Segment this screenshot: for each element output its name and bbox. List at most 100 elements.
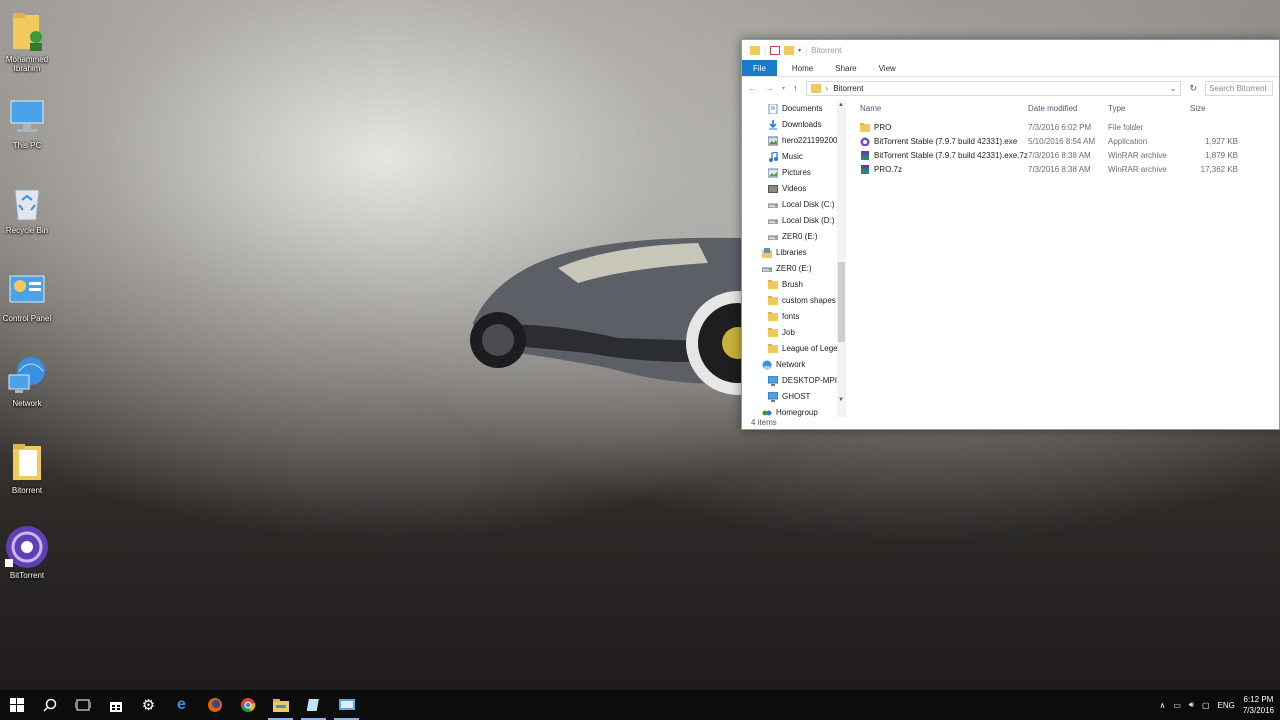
network-tray-icon[interactable]: ▭ [1173, 701, 1181, 710]
file-explorer-button[interactable] [264, 690, 297, 720]
forward-icon[interactable]: → [765, 83, 774, 93]
column-size[interactable]: Size [1186, 104, 1238, 113]
nav-item[interactable]: Videos [742, 180, 847, 196]
navigation-pane-scrollbar[interactable]: ▲ ▼ [837, 100, 846, 417]
settings-button[interactable]: ⚙ [132, 690, 165, 720]
edge-button[interactable]: e [165, 690, 198, 720]
column-date-modified[interactable]: Date modified [1028, 104, 1108, 113]
file-row[interactable]: PRO.7z 7/3/2016 8:38 AM WinRAR archive 17,3… [854, 162, 1279, 176]
desktop-icon-recycle-bin[interactable]: Recycle Bin [0, 180, 54, 235]
scrollbar-thumb[interactable] [838, 262, 845, 342]
desktop-icon-mohammed-ibrahim[interactable]: Mohammed Ibrahim [0, 9, 54, 73]
action-center-icon[interactable]: ▢ [1202, 701, 1210, 710]
properties-icon[interactable] [770, 45, 781, 55]
file-row[interactable]: PRO 7/3/2016 6:02 PM File folder [854, 120, 1279, 134]
nav-item[interactable]: Pictures [742, 164, 847, 180]
nav-item[interactable]: Downloads [742, 116, 847, 132]
show-hidden-icons-icon[interactable]: ∧ [1159, 701, 1165, 710]
folder-icon [768, 343, 778, 353]
address-bar[interactable]: › Bitorrent ⌄ [805, 80, 1182, 96]
folder-icon [768, 295, 778, 305]
tab-view[interactable]: View [868, 60, 907, 76]
back-icon[interactable]: ← [748, 83, 757, 93]
tab-home[interactable]: Home [781, 60, 824, 76]
nav-item-label: Pictures [782, 167, 811, 177]
notepad-button[interactable] [297, 690, 330, 720]
nav-item[interactable]: hero221199200 [742, 132, 847, 148]
file-date: 7/3/2016 8:38 AM [1028, 164, 1091, 174]
up-icon[interactable]: ↑ [793, 83, 798, 93]
file-date: 7/3/2016 6:02 PM [1028, 122, 1092, 132]
desktop-icon-label: BitTorrent [9, 571, 45, 580]
breadcrumb[interactable]: Bitorrent [833, 84, 863, 93]
navigation-pane[interactable]: Documents Downloads hero221199200 Music Pict… [742, 100, 847, 417]
nav-item[interactable]: DESKTOP-MPI [742, 372, 847, 388]
computer-icon [767, 391, 779, 402]
image-icon [767, 136, 779, 145]
desktop-icon-bittorrent[interactable]: BitTorrent [0, 525, 54, 580]
title-bar[interactable]: | ▾ | Bitorrent [742, 40, 1279, 60]
remote-desktop-button[interactable] [330, 690, 363, 720]
file-list[interactable]: Name Date modified Type Size PRO 7/3/2016… [854, 100, 1279, 417]
remote-desktop-icon [338, 698, 355, 710]
nav-item[interactable]: Local Disk (C:) [742, 196, 847, 212]
drive-icon [767, 232, 779, 241]
desktop-icon-control-panel[interactable]: Control Panel [0, 268, 54, 323]
tab-share[interactable]: Share [824, 60, 867, 76]
tab-file[interactable]: File [742, 60, 777, 76]
language-indicator[interactable]: ENG [1218, 701, 1235, 710]
chrome-button[interactable] [231, 690, 264, 720]
scroll-down-icon[interactable]: ▼ [838, 397, 844, 403]
nav-item-label: Documents [782, 103, 823, 113]
quick-access-dropdown-icon[interactable]: ▾ [798, 47, 801, 54]
address-dropdown-icon[interactable]: ⌄ [1170, 84, 1177, 93]
nav-item[interactable]: GHOST [742, 388, 847, 404]
nav-item[interactable]: Music [742, 148, 847, 164]
refresh-icon[interactable]: ↻ [1189, 83, 1197, 94]
nav-item[interactable]: Local Disk (D:) [742, 212, 847, 228]
nav-item-label: custom shapes [782, 295, 836, 305]
folder-icon [768, 327, 778, 337]
task-view-button[interactable] [66, 690, 99, 720]
store-icon [109, 702, 122, 712]
column-name[interactable]: Name [854, 104, 1028, 113]
taskbar: ⚙ e ∧ ▭ 🔊︎ ▢ ENG 6:12 PM 7/3/2016 [0, 690, 1280, 720]
new-folder-icon[interactable] [784, 45, 795, 55]
volume-icon[interactable]: 🔊︎ [1189, 700, 1194, 710]
file-name-cell: BitTorrent Stable (7.9.7 build 42331).ex… [854, 150, 1028, 160]
clock[interactable]: 6:12 PM 7/3/2016 [1243, 694, 1274, 716]
nav-item[interactable]: Documents [742, 100, 847, 116]
drive-icon [767, 200, 779, 209]
file-name-cell: BitTorrent Stable (7.9.7 build 42331).ex… [854, 137, 1028, 146]
store-button[interactable] [99, 690, 132, 720]
scroll-up-icon[interactable]: ▲ [838, 102, 844, 108]
nav-item-label: ZER0 (E:) [776, 263, 812, 273]
start-button[interactable] [0, 690, 33, 720]
nav-item[interactable]: Network [742, 356, 847, 372]
nav-item[interactable]: Homegroup [742, 404, 847, 417]
firefox-button[interactable] [198, 690, 231, 720]
nav-item[interactable]: custom shapes [742, 292, 847, 308]
nav-item[interactable]: Libraries [742, 244, 847, 260]
file-explorer-window[interactable]: | ▾ | Bitorrent File Home Share View ← →… [741, 39, 1280, 430]
nav-item[interactable]: Job [742, 324, 847, 340]
file-name: BitTorrent Stable (7.9.7 build 42331).ex… [874, 136, 1018, 146]
nav-item[interactable]: League of Lege [742, 340, 847, 356]
user-folder-icon [5, 9, 49, 53]
nav-item[interactable]: ZER0 (E:) [742, 228, 847, 244]
nav-item[interactable]: Brush [742, 276, 847, 292]
computer-icon [767, 375, 779, 386]
search-input[interactable]: Search Bitorrent [1205, 80, 1273, 96]
nav-item[interactable]: ZER0 (E:) [742, 260, 847, 276]
recent-locations-icon[interactable]: ▾ [782, 85, 785, 92]
search-button[interactable] [33, 690, 66, 720]
nav-item[interactable]: fonts [742, 308, 847, 324]
file-row[interactable]: BitTorrent Stable (7.9.7 build 42331).ex… [854, 134, 1279, 148]
file-name: BitTorrent Stable (7.9.7 build 42331).ex… [874, 150, 1028, 160]
file-row[interactable]: BitTorrent Stable (7.9.7 build 42331).ex… [854, 148, 1279, 162]
desktop-icon-bitorrent[interactable]: Bitorrent [0, 440, 54, 495]
column-type[interactable]: Type [1108, 104, 1186, 113]
desktop-icon-label: Bitorrent [11, 486, 43, 495]
desktop-icon-network[interactable]: Network [0, 353, 54, 408]
desktop-icon-this-pc[interactable]: This PC [0, 95, 54, 150]
